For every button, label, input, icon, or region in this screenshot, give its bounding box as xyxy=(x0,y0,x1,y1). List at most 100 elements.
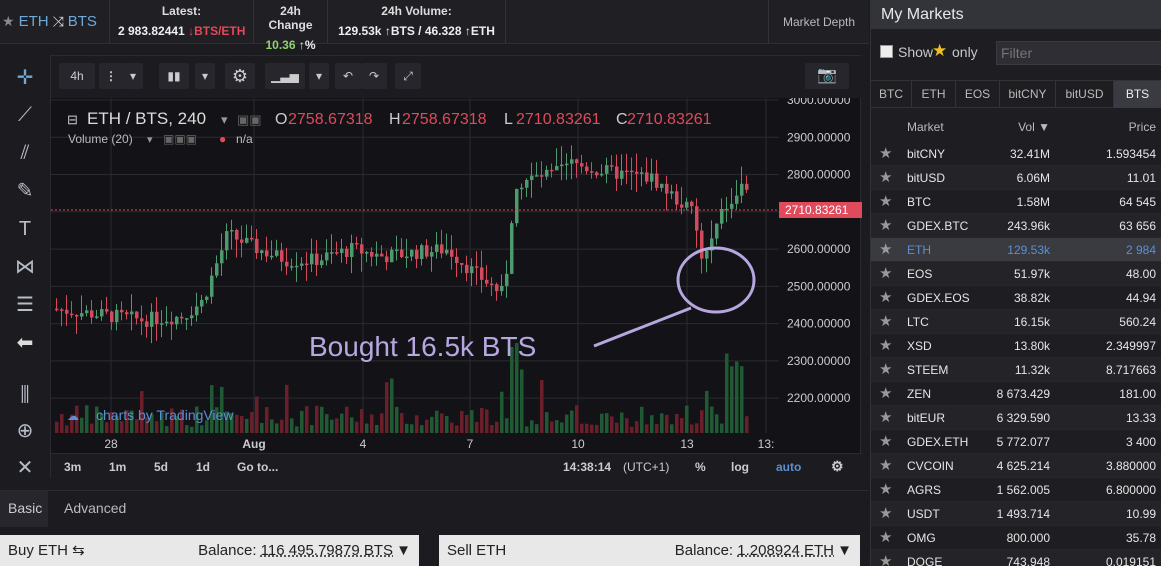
star-icon[interactable]: ★ xyxy=(879,360,892,378)
tradingview-logo-icon[interactable]: ☁ xyxy=(67,409,79,423)
log-toggle[interactable]: log xyxy=(731,460,749,474)
text-tool-icon[interactable]: T xyxy=(9,214,41,244)
market-row[interactable]: ★ ETH 129.53k 2 984 xyxy=(871,238,1161,262)
remove-icon[interactable]: ✕ xyxy=(9,453,41,483)
volume-eye-icon[interactable]: ▣▣▣ xyxy=(163,132,197,146)
tradingview-watermark[interactable]: charts by TradingView xyxy=(96,407,234,423)
tab-advanced[interactable]: Advanced xyxy=(56,491,134,527)
market-row[interactable]: ★ XSD 13.80k 2.349997 xyxy=(871,334,1161,358)
zoom-icon[interactable]: ⊕ xyxy=(9,416,41,446)
goto-button[interactable]: Go to... xyxy=(237,460,278,474)
tab-market-eos[interactable]: EOS xyxy=(956,81,1000,108)
market-row[interactable]: ★ STEEM 11.32k 8.717663 xyxy=(871,358,1161,382)
col-price[interactable]: Price xyxy=(1129,120,1156,134)
candles-icon[interactable]: ▮▮ xyxy=(159,63,189,89)
crosshair-icon[interactable]: ✛ xyxy=(9,63,41,93)
camera-icon[interactable]: 📷 xyxy=(805,63,849,89)
legend-eye-icon[interactable]: ▣▣ xyxy=(237,112,262,127)
tab-market-bitusd[interactable]: bitUSD xyxy=(1056,81,1114,108)
col-market[interactable]: Market xyxy=(907,120,944,134)
chart-timezone[interactable]: (UTC+1) xyxy=(623,460,669,474)
markets-filter-input[interactable] xyxy=(996,41,1161,65)
redo-icon[interactable]: ↷ xyxy=(361,63,387,89)
star-icon[interactable]: ★ xyxy=(879,240,892,258)
market-row[interactable]: ★ OMG 800.000 35.78 xyxy=(871,526,1161,550)
market-row[interactable]: ★ BTC 1.58M 64 545 xyxy=(871,190,1161,214)
star-icon[interactable]: ★ xyxy=(879,216,892,234)
swap-icon[interactable]: ⤨ xyxy=(53,13,64,30)
star-icon[interactable]: ★ xyxy=(879,312,892,330)
indicators-icon[interactable]: ▁▃▅ xyxy=(265,63,305,89)
more-button[interactable]: ⋮ xyxy=(99,63,123,89)
market-row[interactable]: ★ GDEX.ETH 5 772.077 3 400 xyxy=(871,430,1161,454)
legend-dropdown-icon[interactable]: ▾ xyxy=(221,112,228,127)
market-row[interactable]: ★ USDT 1 493.714 10.99 xyxy=(871,502,1161,526)
star-icon[interactable]: ★ xyxy=(879,432,892,450)
favorite-star-icon[interactable]: ★ xyxy=(2,13,15,30)
auto-toggle[interactable]: auto xyxy=(776,460,801,474)
legend-collapse-icon[interactable]: ⊟ xyxy=(67,112,78,127)
market-row[interactable]: ★ bitUSD 6.06M 11.01 xyxy=(871,166,1161,190)
annotation-text[interactable]: Bought 16.5k BTS xyxy=(309,331,536,362)
star-icon[interactable]: ★ xyxy=(879,504,892,522)
market-row[interactable]: ★ CVCOIN 4 625.214 3.880000 xyxy=(871,454,1161,478)
market-row[interactable]: ★ AGRS 1 562.005 6.800000 xyxy=(871,478,1161,502)
market-pair[interactable]: ★ ETH ⤨ BTS xyxy=(0,0,110,43)
star-icon[interactable]: ★ xyxy=(879,456,892,474)
volume-dropdown-icon[interactable]: ▾ xyxy=(147,134,153,146)
star-icon[interactable]: ★ xyxy=(879,528,892,546)
prediction-icon[interactable]: ☰ xyxy=(9,290,41,320)
sell-balance[interactable]: Balance: 1.208924 ETH xyxy=(675,535,834,566)
star-icon[interactable]: ★ xyxy=(879,288,892,306)
sell-panel-header[interactable]: Sell ETH Balance: 1.208924 ETH ▼ xyxy=(439,535,860,566)
range-3m[interactable]: 3m xyxy=(64,460,81,474)
market-row[interactable]: ★ GDEX.BTC 243.96k 63 656 xyxy=(871,214,1161,238)
buy-balance[interactable]: Balance: 116 495.79879 BTS xyxy=(198,535,393,566)
fullscreen-icon[interactable]: ⤢ xyxy=(395,63,421,89)
star-icon[interactable]: ★ xyxy=(879,384,892,402)
tab-market-bitcny[interactable]: bitCNY xyxy=(1000,81,1056,108)
star-icon[interactable]: ★ xyxy=(879,168,892,186)
market-row[interactable]: ★ DOGE 743.948 0.019151 xyxy=(871,550,1161,566)
tab-market-btc[interactable]: BTC xyxy=(871,81,912,108)
sell-collapse-icon[interactable]: ▼ xyxy=(837,535,852,566)
market-depth-link[interactable]: Market Depth xyxy=(768,0,869,44)
star-icon[interactable]: ★ xyxy=(879,336,892,354)
tab-market-bts[interactable]: BTS xyxy=(1114,81,1161,108)
market-row[interactable]: ★ ZEN 8 673.429 181.00 xyxy=(871,382,1161,406)
range-5d[interactable]: 5d xyxy=(154,460,168,474)
measure-icon[interactable]: ⫼ xyxy=(9,380,41,410)
undo-icon[interactable]: ↶ xyxy=(335,63,361,89)
chart-settings-gear-icon[interactable]: ⚙ xyxy=(831,458,844,475)
star-icon[interactable]: ★ xyxy=(879,144,892,162)
volume-close-icon[interactable]: ● xyxy=(219,132,226,146)
market-row[interactable]: ★ EOS 51.97k 48.00 xyxy=(871,262,1161,286)
brush-icon[interactable]: ✎ xyxy=(9,176,41,206)
range-1m[interactable]: 1m xyxy=(109,460,126,474)
star-icon[interactable]: ★ xyxy=(879,192,892,210)
market-row[interactable]: ★ bitEUR 6 329.590 13.33 xyxy=(871,406,1161,430)
star-icon[interactable]: ★ xyxy=(879,264,892,282)
buy-collapse-icon[interactable]: ▼ xyxy=(396,535,411,566)
pattern-icon[interactable]: ⋈ xyxy=(9,252,41,282)
star-icon[interactable]: ★ xyxy=(879,408,892,426)
price-chart[interactable]: 3000.000002900.000002800.000002700.00000… xyxy=(51,98,862,453)
settings-gear-icon[interactable]: ⚙ xyxy=(225,63,255,89)
market-row[interactable]: ★ LTC 16.15k 560.24 xyxy=(871,310,1161,334)
star-icon[interactable]: ★ xyxy=(879,480,892,498)
back-arrow-icon[interactable]: ⬅ xyxy=(9,328,41,358)
interval-dropdown-icon[interactable]: ▾ xyxy=(123,63,143,89)
indicators-dropdown-icon[interactable]: ▾ xyxy=(309,63,329,89)
chart-type-dropdown-icon[interactable]: ▾ xyxy=(195,63,215,89)
buy-panel-header[interactable]: Buy ETH ⇆ Balance: 116 495.79879 BTS ▼ xyxy=(0,535,419,566)
tab-basic[interactable]: Basic xyxy=(0,491,48,527)
percent-toggle[interactable]: % xyxy=(695,460,706,474)
col-vol[interactable]: Vol ▼ xyxy=(1018,120,1050,134)
show-starred-checkbox[interactable] xyxy=(880,45,893,58)
trend-line-icon[interactable]: ⟋ xyxy=(9,100,41,130)
market-row[interactable]: ★ bitCNY 32.41M 1.593454 xyxy=(871,142,1161,166)
tab-market-eth[interactable]: ETH xyxy=(912,81,956,108)
market-row[interactable]: ★ GDEX.EOS 38.82k 44.94 xyxy=(871,286,1161,310)
star-icon[interactable]: ★ xyxy=(879,552,892,566)
interval-button[interactable]: 4h xyxy=(59,63,95,89)
